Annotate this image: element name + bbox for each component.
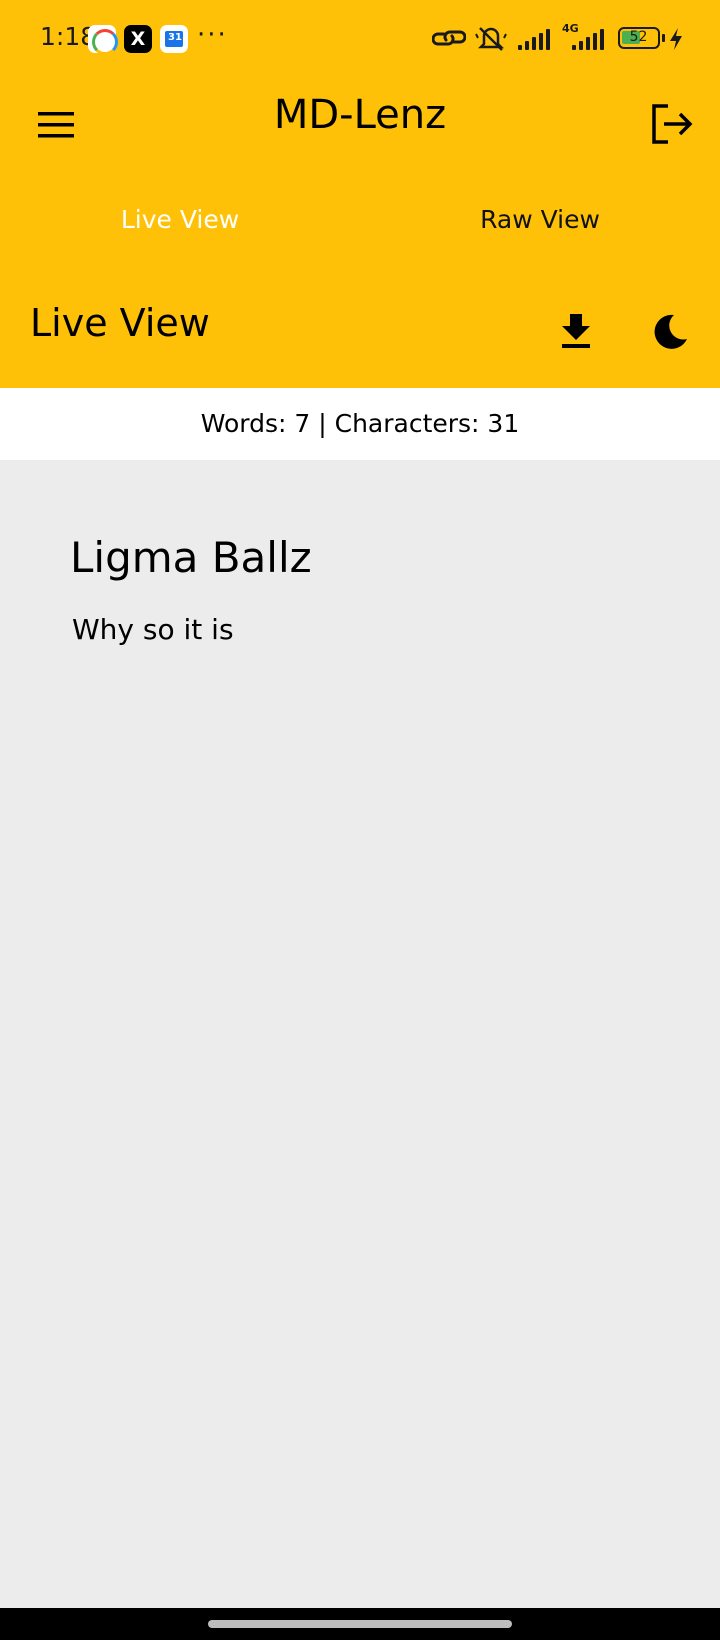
app-title: MD-Lenz — [273, 92, 447, 138]
signal-icon-2 — [566, 28, 606, 50]
x-app-icon: X — [124, 25, 152, 53]
word-count-stats: Words: 7 | Characters: 31 — [0, 388, 720, 460]
tab-live-view[interactable]: Live View — [0, 205, 360, 234]
document-paragraph: Why so it is — [72, 613, 234, 646]
section-title: Live View — [30, 301, 210, 345]
document-heading: Ligma Ballz — [70, 533, 312, 582]
download-icon — [562, 314, 590, 348]
navigation-bar — [0, 1608, 720, 1640]
logout-icon — [652, 104, 693, 144]
more-notifications-icon: ··· — [197, 20, 228, 50]
home-gesture-handle[interactable] — [208, 1620, 512, 1628]
battery-icon: 52 — [618, 27, 660, 49]
tab-raw-view[interactable]: Raw View — [360, 205, 720, 234]
dark-mode-toggle[interactable] — [650, 312, 690, 352]
link-icon — [432, 30, 466, 46]
download-button[interactable] — [560, 312, 592, 350]
logout-button[interactable] — [648, 102, 696, 146]
moon-icon — [654, 314, 687, 349]
mute-icon — [475, 27, 507, 51]
status-bar: 1:18 X ··· 4G 52 — [0, 0, 720, 80]
clock-app-icon — [88, 25, 118, 55]
signal-icon-1 — [518, 28, 552, 50]
calendar-app-icon — [160, 25, 188, 53]
charging-icon — [670, 28, 682, 50]
battery-level: 52 — [629, 29, 648, 45]
